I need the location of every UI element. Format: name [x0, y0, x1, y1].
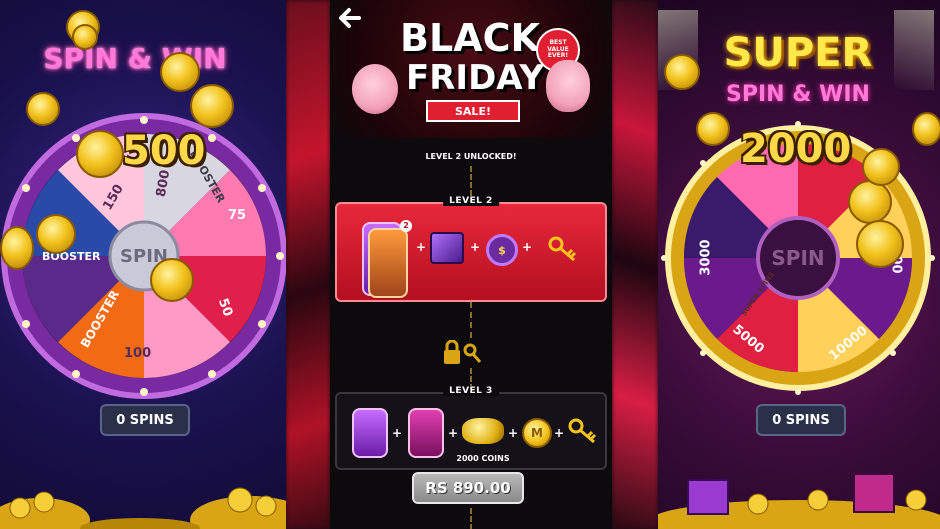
black-friday-title-line2: FRIDAY — [406, 58, 544, 98]
coin-icon — [0, 226, 34, 270]
card-count-badge: 2 — [400, 220, 412, 232]
spin-token-icon: $ — [486, 234, 518, 266]
coin-icon — [36, 214, 76, 254]
coin-icon — [26, 92, 60, 126]
coin-icon — [862, 148, 900, 186]
plus-icon: + — [392, 426, 403, 440]
coin-stack-icon — [462, 418, 504, 444]
segment-label-3000: 3000 — [698, 239, 714, 276]
key-icon — [568, 418, 597, 444]
black-friday-panel: BLACK FRIDAY BEST VALUE EVER! SALE! LEVE… — [330, 0, 612, 529]
coin-pile — [0, 487, 286, 529]
plus-icon: + — [448, 426, 459, 440]
super-spin-button[interactable]: SPIN — [764, 242, 832, 274]
lock-icon — [444, 340, 482, 364]
coin-icon — [76, 130, 124, 178]
mystery-box-icon — [430, 232, 464, 264]
level-3-label: LEVEL 3 — [443, 386, 499, 396]
prize-amount: 500 — [122, 128, 206, 174]
plus-icon: + — [470, 240, 481, 254]
progress-path — [470, 166, 472, 196]
buy-price-button[interactable]: RS 890.00 — [412, 472, 524, 504]
progress-path — [470, 302, 472, 338]
coin-icon — [160, 52, 200, 92]
super-prize-amount: 2000 — [740, 126, 852, 172]
sale-text: SALE! — [455, 104, 491, 118]
treasure-pile — [658, 473, 940, 529]
coin-icon — [912, 112, 940, 146]
segment-label-75: 75 — [228, 208, 247, 223]
coin-icon — [848, 180, 892, 224]
coin-icon — [72, 24, 98, 50]
spin-and-win-panel: SPIN & WIN 150 800 BOOSTER 75 50 100 BOO… — [0, 0, 286, 529]
card-pack-icon — [368, 228, 408, 298]
level-unlocked-label: LEVEL 2 UNLOCKED! — [425, 152, 517, 161]
sale-banner: SALE! — [426, 100, 520, 122]
black-friday-title-line1: BLACK — [400, 16, 540, 60]
coin-icon — [150, 258, 194, 302]
plus-icon: + — [508, 426, 519, 440]
segment-label-100: 100 — [124, 346, 152, 361]
card-pack-icon — [408, 408, 444, 458]
coin-icon — [190, 84, 234, 128]
card-pack-icon — [352, 408, 388, 458]
level-2-label: LEVEL 2 — [443, 196, 499, 206]
back-arrow-icon — [339, 8, 361, 28]
coin-icon — [856, 220, 904, 268]
best-value-text: BEST VALUE EVER! — [547, 39, 569, 60]
spins-counter: 0 SPINS — [100, 404, 190, 436]
right-mascot-image — [546, 60, 590, 112]
progress-path — [470, 508, 472, 529]
super-spins-counter: 0 SPINS — [756, 404, 846, 436]
key-icon — [548, 236, 577, 262]
coin-icon — [664, 54, 700, 90]
plus-icon: + — [554, 426, 565, 440]
plus-icon: + — [522, 240, 533, 254]
super-spin-and-win-panel: SUPER SPIN & WIN 3000 5000 10000 1500 SU… — [658, 0, 940, 529]
back-button[interactable] — [334, 6, 362, 32]
background-strip-right — [612, 0, 658, 529]
coin-icon — [696, 112, 730, 146]
left-mascot-image — [352, 64, 398, 114]
plus-icon: + — [416, 240, 427, 254]
m-coin-icon: M — [522, 418, 552, 448]
background-strip-left — [286, 0, 330, 529]
coins-amount-label: 2000 COINS — [456, 454, 510, 463]
